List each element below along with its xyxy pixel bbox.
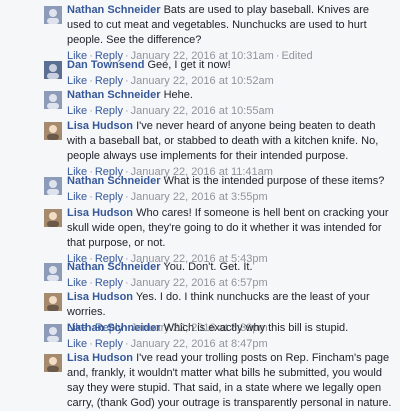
comment-text: Which is exactly why this bill is stupid… bbox=[163, 322, 349, 334]
meta-separator: · bbox=[124, 277, 129, 289]
reply-link[interactable]: Reply bbox=[95, 338, 123, 350]
meta-separator: · bbox=[124, 338, 129, 350]
like-link[interactable]: Like bbox=[67, 191, 87, 203]
nathan-avatar[interactable] bbox=[44, 263, 62, 281]
comment-author[interactable]: Nathan Schneider bbox=[67, 89, 161, 101]
comment-meta: Like · Reply · January 22, 2016 at 8:47pm bbox=[67, 337, 392, 351]
comment-author[interactable]: Nathan Schneider bbox=[67, 4, 161, 16]
like-link[interactable]: Like bbox=[67, 75, 87, 87]
comment-timestamp[interactable]: January 22, 2016 at 6:57pm bbox=[131, 277, 268, 289]
lisa-avatar[interactable] bbox=[44, 293, 62, 311]
meta-separator: · bbox=[124, 105, 129, 117]
comment-author[interactable]: Lisa Hudson bbox=[67, 291, 133, 303]
comment-text: Gee, I get it now! bbox=[147, 59, 231, 71]
lisa-avatar[interactable] bbox=[44, 122, 62, 140]
reply-link[interactable]: Reply bbox=[95, 277, 123, 289]
meta-separator: · bbox=[89, 191, 93, 203]
nathan-avatar[interactable] bbox=[44, 177, 62, 195]
comment-meta: Like · Reply · January 22, 2016 at 6:57pm bbox=[67, 276, 392, 290]
nathan-avatar[interactable] bbox=[44, 91, 62, 109]
nathan-avatar[interactable] bbox=[44, 324, 62, 342]
comment-meta: Like · Reply · January 22, 2016 at 10:52am bbox=[67, 74, 392, 88]
comment-meta: Like · Reply · January 22, 2016 at 10:55am bbox=[67, 104, 392, 118]
comment-author[interactable]: Lisa Hudson bbox=[67, 120, 133, 132]
nathan-avatar[interactable] bbox=[44, 6, 62, 24]
reply-link[interactable]: Reply bbox=[95, 105, 123, 117]
lisa-avatar[interactable] bbox=[44, 209, 62, 227]
comment-author[interactable]: Dan Townsend bbox=[67, 59, 144, 71]
comment-meta: Like · Reply · January 22, 2016 at 3:55pm bbox=[67, 190, 392, 204]
comment-text: You. Don't. Get. It. bbox=[163, 261, 253, 273]
like-link[interactable]: Like bbox=[67, 338, 87, 350]
comment-author[interactable]: Lisa Hudson bbox=[67, 207, 133, 219]
meta-separator: · bbox=[89, 338, 93, 350]
reply-link[interactable]: Reply bbox=[95, 191, 123, 203]
lisa-avatar[interactable] bbox=[44, 354, 62, 372]
meta-separator: · bbox=[124, 75, 129, 87]
comment-timestamp[interactable]: January 22, 2016 at 8:47pm bbox=[131, 338, 268, 350]
meta-separator: · bbox=[89, 75, 93, 87]
comment-author[interactable]: Nathan Schneider bbox=[67, 175, 161, 187]
comment-timestamp[interactable]: January 22, 2016 at 10:52am bbox=[131, 75, 274, 87]
comment-author[interactable]: Nathan Schneider bbox=[67, 261, 161, 273]
meta-separator: · bbox=[89, 277, 93, 289]
comment-text: What is the intended purpose of these it… bbox=[163, 175, 385, 187]
reply-link[interactable]: Reply bbox=[95, 75, 123, 87]
dan-avatar[interactable] bbox=[44, 61, 62, 79]
comment-timestamp[interactable]: January 22, 2016 at 3:55pm bbox=[131, 191, 268, 203]
meta-separator: · bbox=[124, 191, 129, 203]
comment-author[interactable]: Lisa Hudson bbox=[67, 352, 133, 364]
like-link[interactable]: Like bbox=[67, 277, 87, 289]
comment-thread: Nathan Schneider Bats are used to play b… bbox=[0, 0, 400, 409]
comment-author[interactable]: Nathan Schneider bbox=[67, 322, 161, 334]
comment-timestamp[interactable]: January 22, 2016 at 10:55am bbox=[131, 105, 274, 117]
like-link[interactable]: Like bbox=[67, 105, 87, 117]
comment-text: Hehe. bbox=[163, 89, 193, 101]
meta-separator: · bbox=[89, 105, 93, 117]
